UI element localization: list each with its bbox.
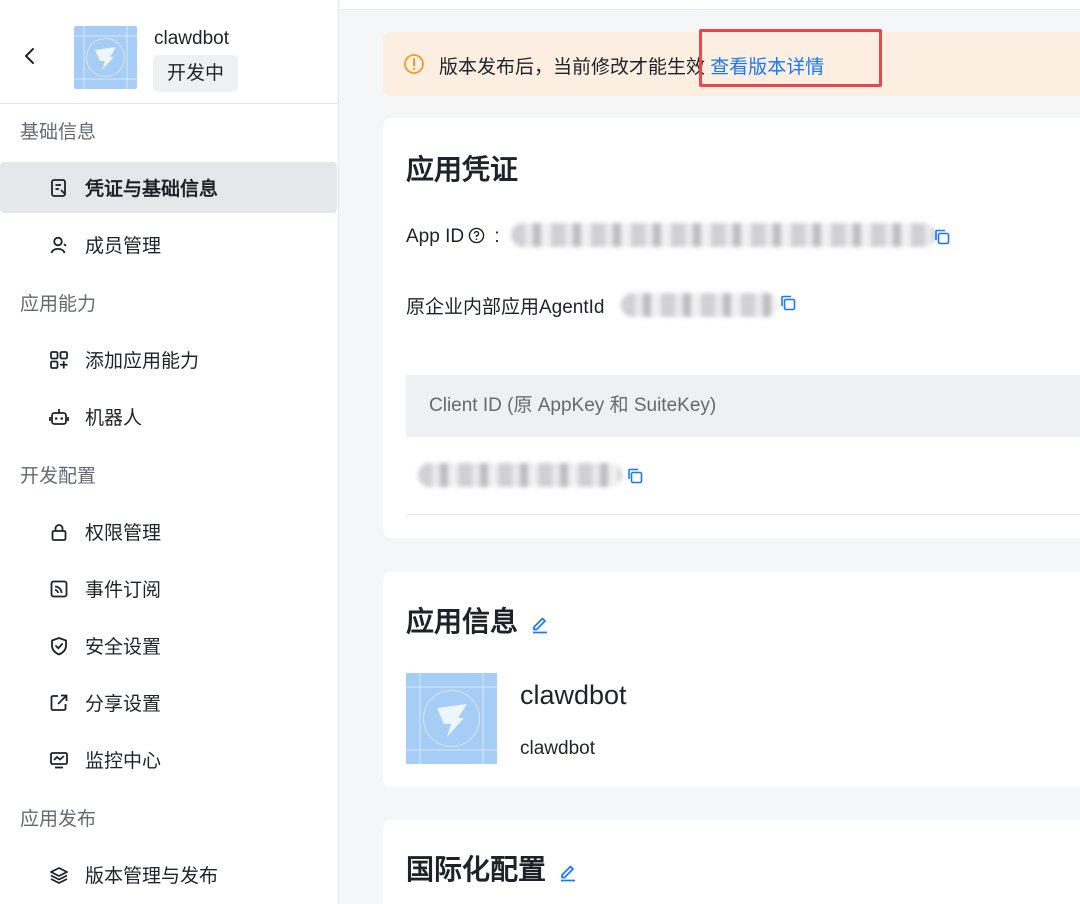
notice-text: 版本发布后，当前修改才能生效 查看版本详情: [439, 52, 824, 79]
app-info-card: 应用信息 clawdbot clawdbot: [383, 572, 1080, 787]
sidebar-header: clawdbot 开发中: [0, 0, 338, 104]
sidebar-item-label: 分享设置: [85, 694, 162, 715]
app-id-separator: :: [489, 226, 500, 247]
sidebar-item-monitor[interactable]: 监控中心: [0, 734, 337, 785]
view-version-details-link[interactable]: 查看版本详情: [710, 57, 824, 78]
sidebar-group-capability: 应用能力 添加应用能力 机器人: [0, 276, 338, 442]
dingtalk-logo-icon: [74, 26, 137, 89]
app-info-description: clawdbot: [520, 738, 595, 759]
intl-title-text: 国际化配置: [406, 854, 547, 885]
app-id-value-redacted: [511, 223, 936, 247]
intl-title: 国际化配置: [406, 848, 578, 888]
edit-icon[interactable]: [530, 614, 550, 634]
notice-message: 版本发布后，当前修改才能生效: [439, 57, 706, 78]
sidebar-item-label: 安全设置: [85, 637, 162, 658]
document-icon: [48, 177, 70, 199]
app-info-name: clawdbot: [520, 680, 627, 710]
sidebar-item-permissions[interactable]: 权限管理: [0, 506, 337, 557]
version-notice: 版本发布后，当前修改才能生效 查看版本详情: [383, 32, 1080, 96]
sidebar-item-label: 监控中心: [85, 751, 162, 772]
sidebar-item-label: 添加应用能力: [85, 351, 200, 372]
sidebar-item-add-capability[interactable]: 添加应用能力: [0, 334, 337, 385]
apps-add-icon: [48, 349, 70, 371]
sidebar-item-label: 机器人: [85, 408, 143, 429]
intl-config-card: 国际化配置: [383, 820, 1080, 904]
share-icon: [48, 692, 70, 714]
copy-icon[interactable]: [779, 294, 797, 312]
app-id-label-text: App ID: [406, 226, 465, 247]
credentials-title: 应用凭证: [406, 154, 519, 185]
help-icon[interactable]: [468, 227, 485, 244]
sidebar-group-title: 应用发布: [20, 809, 97, 830]
divider: [406, 514, 1080, 515]
layers-icon: [48, 864, 70, 886]
top-bar: [340, 0, 1080, 10]
sidebar-item-robot[interactable]: 机器人: [0, 391, 337, 442]
client-id-value-redacted: [418, 463, 622, 487]
sidebar-group-release: 应用发布 版本管理与发布: [0, 791, 338, 900]
sidebar-group-basic: 基础信息 凭证与基础信息 成员管理: [0, 104, 338, 270]
sidebar-group-dev-config: 开发配置 权限管理 事件订阅 安全设置 分享设置 监控中心: [0, 448, 338, 785]
robot-icon: [48, 406, 70, 428]
main-content: 版本发布后，当前修改才能生效 查看版本详情 应用凭证 App ID : 原企业内…: [340, 0, 1080, 904]
sidebar: clawdbot 开发中 基础信息 凭证与基础信息 成员管理 应用能力 添加应用…: [0, 0, 339, 904]
sidebar-item-label: 事件订阅: [85, 580, 162, 601]
sidebar-item-security[interactable]: 安全设置: [0, 620, 337, 671]
monitor-icon: [48, 749, 70, 771]
sidebar-item-label: 权限管理: [85, 523, 162, 544]
app-info-logo: [406, 673, 497, 764]
sidebar-item-members[interactable]: 成员管理: [0, 219, 337, 270]
copy-icon[interactable]: [626, 467, 644, 485]
app-logo: [74, 26, 137, 89]
back-button[interactable]: [18, 44, 42, 68]
sidebar-item-events[interactable]: 事件订阅: [0, 563, 337, 614]
info-icon: [404, 54, 424, 74]
sidebar-group-title: 基础信息: [20, 122, 97, 143]
shield-icon: [48, 635, 70, 657]
app-info-title-text: 应用信息: [406, 606, 519, 637]
app-name: clawdbot: [154, 28, 229, 49]
sidebar-item-version[interactable]: 版本管理与发布: [0, 849, 337, 900]
sidebar-item-label: 成员管理: [85, 236, 162, 257]
app-id-label: App ID :: [406, 226, 500, 248]
chevron-left-icon: [25, 48, 34, 64]
sidebar-group-title: 开发配置: [20, 466, 97, 487]
sidebar-item-label: 版本管理与发布: [85, 866, 219, 887]
rss-icon: [48, 578, 70, 600]
lock-icon: [48, 521, 70, 543]
sidebar-item-share[interactable]: 分享设置: [0, 677, 337, 728]
user-icon: [48, 234, 70, 256]
sidebar-group-title: 应用能力: [20, 294, 97, 315]
app-info-title: 应用信息: [406, 600, 550, 640]
agent-id-label: 原企业内部应用AgentId: [406, 297, 605, 318]
agent-id-value-redacted: [621, 293, 778, 317]
sidebar-item-label: 凭证与基础信息: [85, 179, 219, 200]
credentials-card: 应用凭证 App ID : 原企业内部应用AgentId Client ID (…: [383, 118, 1080, 538]
client-id-header: Client ID (原 AppKey 和 SuiteKey): [406, 375, 1080, 437]
edit-icon[interactable]: [558, 862, 578, 882]
sidebar-item-credentials[interactable]: 凭证与基础信息: [0, 162, 337, 213]
copy-icon[interactable]: [933, 228, 951, 246]
status-badge: 开发中: [153, 55, 239, 92]
dingtalk-logo-icon: [406, 673, 497, 764]
